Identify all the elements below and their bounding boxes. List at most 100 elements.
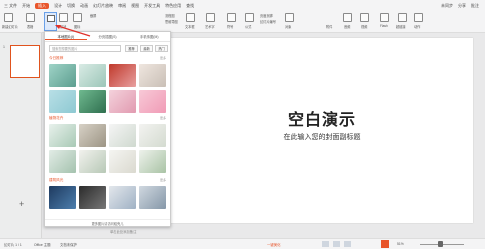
annotation-arrow-icon — [55, 25, 91, 37]
menu-animation[interactable]: 动画 — [80, 3, 88, 9]
play-icon[interactable] — [381, 240, 389, 248]
picture-dropdown-panel: 本地图片(I) 分页插图(S) 手机传图(M) 搜索您想要的图片 推荐 最新 热… — [44, 31, 171, 227]
video-label: 视频 — [361, 25, 368, 29]
zoom-slider-handle[interactable] — [438, 241, 443, 247]
action-label: 动作 — [414, 25, 421, 29]
picture-tile[interactable] — [139, 90, 166, 113]
menu-design[interactable]: 设计 — [54, 3, 62, 9]
picture-tile[interactable] — [139, 150, 166, 173]
picture-tile[interactable] — [49, 124, 76, 147]
more-pictures-link[interactable]: 更多图片请访问稻壳儿 — [45, 219, 170, 227]
menu-bar: 三 文件 开始 插入 设计 切换 动画 幻灯片放映 审阅 视图 开发工具 特色应… — [0, 0, 485, 11]
menu-search[interactable]: 查找 — [186, 3, 194, 9]
slide-count: 幻灯片 1 / 1 — [4, 243, 22, 247]
picture-search-input[interactable]: 搜索您想要的图片 — [49, 45, 121, 52]
textbox-label: 文本框 — [185, 25, 195, 29]
picture-tile[interactable] — [79, 90, 106, 113]
picture-tile[interactable] — [49, 90, 76, 113]
hyperlink-icon[interactable] — [398, 13, 407, 22]
action-icon[interactable] — [414, 13, 423, 22]
hot-button[interactable]: 热门 — [155, 45, 168, 52]
picture-tile[interactable] — [139, 186, 166, 209]
picture-tile[interactable] — [139, 64, 166, 87]
section-plants: 植物花卉 — [49, 116, 64, 120]
icon-icon[interactable] — [73, 13, 82, 22]
attachment-label: 附件 — [326, 25, 333, 29]
video-icon[interactable] — [360, 13, 369, 22]
menu-view[interactable]: 视图 — [131, 3, 139, 9]
tab-phone-transfer[interactable]: 手机传图(M) — [128, 34, 170, 39]
tab-page-illustration[interactable]: 分页插图(S) — [87, 34, 129, 39]
picture-tile[interactable] — [139, 124, 166, 147]
screenshot-label[interactable]: 截屏 — [90, 13, 96, 18]
picture-tile[interactable] — [79, 186, 106, 209]
textbox-icon[interactable] — [186, 13, 195, 22]
more-link[interactable]: 更多 — [160, 116, 166, 120]
menu-unsynced[interactable]: 未同步 — [441, 3, 453, 9]
picture-tile[interactable] — [79, 150, 106, 173]
reading-view-icon[interactable] — [344, 241, 351, 247]
formula-label: 公式 — [245, 25, 252, 29]
flash-icon[interactable] — [380, 13, 389, 22]
normal-view-icon[interactable] — [322, 241, 329, 247]
more-link[interactable]: 更多 — [160, 178, 166, 182]
header-footer-label[interactable]: 页眉页脚 — [260, 13, 273, 18]
picture-tile[interactable] — [49, 186, 76, 209]
picture-icon — [47, 15, 55, 22]
picture-tile[interactable] — [79, 64, 106, 87]
hyperlink-label: 超链接 — [396, 25, 406, 29]
more-link[interactable]: 更多 — [160, 56, 166, 60]
slide-number-label[interactable]: 幻灯片编号 — [260, 19, 276, 24]
symbol-icon[interactable] — [227, 13, 236, 22]
table-icon[interactable] — [26, 13, 35, 22]
menu-home[interactable]: 开始 — [22, 3, 30, 9]
flash-label: Flash — [380, 24, 388, 28]
recommend-button[interactable]: 推荐 — [125, 45, 138, 52]
sorter-view-icon[interactable] — [333, 241, 340, 247]
slide-title[interactable]: 空白演示 — [171, 106, 473, 130]
menu-comment[interactable]: 批注 — [471, 3, 479, 9]
picture-tile[interactable] — [49, 64, 76, 87]
menu-devtools[interactable]: 开发工具 — [144, 3, 160, 9]
wordart-icon[interactable] — [206, 13, 215, 22]
formula-icon[interactable] — [245, 13, 254, 22]
menu-insert[interactable]: 插入 — [35, 2, 50, 9]
latest-button[interactable]: 最新 — [140, 45, 153, 52]
add-slide-button[interactable]: + — [19, 199, 24, 209]
symbol-label: 符号 — [227, 25, 234, 29]
slide-thumbnail[interactable] — [10, 45, 40, 78]
thumbnail-number: 1 — [3, 45, 5, 49]
menu-share[interactable]: 分享 — [458, 3, 466, 9]
object-icon[interactable] — [285, 13, 294, 22]
menu-transition[interactable]: 切换 — [67, 3, 75, 9]
shape-icon[interactable] — [59, 13, 68, 22]
status-bar: 幻灯片 1 / 1 Office 主题 文档未保护 一键美化 51% — [0, 238, 485, 249]
menu-review[interactable]: 审阅 — [118, 3, 126, 9]
menu-file[interactable]: 三 文件 — [4, 3, 17, 9]
slide-subtitle[interactable]: 在此输入您的封面副标题 — [171, 132, 473, 142]
theme-name: Office 主题 — [34, 243, 51, 247]
notes-placeholder[interactable]: 单击此处添加备注 — [110, 229, 136, 234]
mindmap-label[interactable]: 思维导图 — [165, 19, 178, 24]
zoom-level[interactable]: 51% — [397, 242, 404, 246]
picture-tile[interactable] — [109, 186, 136, 209]
table-label: 表格 — [27, 25, 34, 29]
wordart-label: 艺术字 — [205, 25, 215, 29]
new-slide-icon[interactable] — [4, 13, 13, 22]
section-today: 今日推荐 — [49, 56, 64, 60]
picture-tile[interactable] — [109, 124, 136, 147]
audio-icon[interactable] — [343, 13, 352, 22]
menu-special[interactable]: 特色应用 — [165, 3, 181, 9]
picture-tile[interactable] — [79, 124, 106, 147]
slide-canvas[interactable] — [171, 38, 473, 223]
menu-slideshow[interactable]: 幻灯片放映 — [93, 3, 113, 9]
picture-tile[interactable] — [109, 90, 136, 113]
object-label: 对象 — [285, 25, 292, 29]
flowchart-label[interactable]: 流程图 — [165, 13, 175, 18]
doc-protect-status[interactable]: 文档未保护 — [60, 242, 77, 247]
picture-tile[interactable] — [49, 150, 76, 173]
beautify-button[interactable]: 一键美化 — [267, 242, 281, 247]
picture-tile[interactable] — [109, 64, 136, 87]
audio-label: 音频 — [344, 25, 351, 29]
picture-tile[interactable] — [109, 150, 136, 173]
